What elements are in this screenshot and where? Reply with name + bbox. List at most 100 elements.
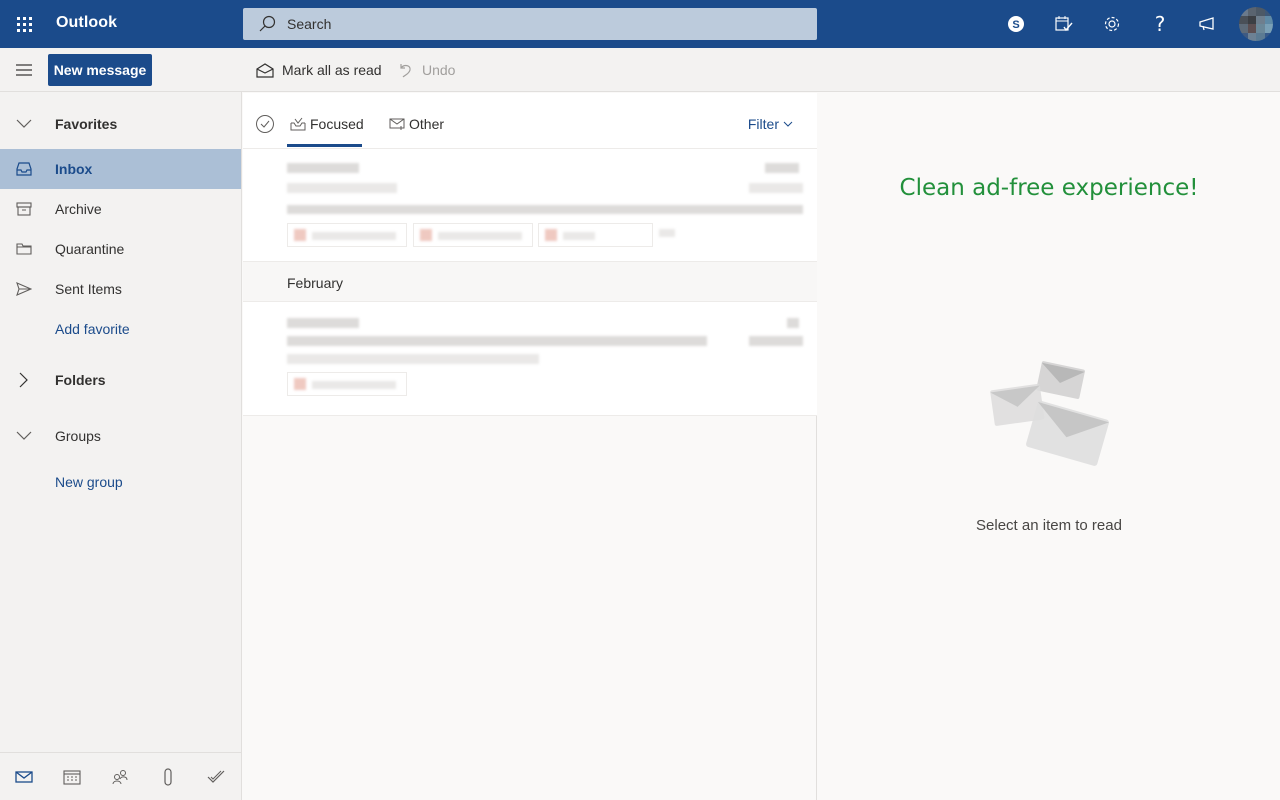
inbox-pivot: Focused Other Filter (243, 93, 817, 149)
focused-inbox-icon (290, 117, 306, 131)
my-day-button[interactable] (1040, 0, 1088, 48)
my-day-icon (1055, 16, 1073, 32)
settings-icon (1104, 16, 1120, 32)
people-module-button[interactable] (96, 753, 144, 800)
tab-other-label: Other (409, 116, 445, 132)
user-avatar (1239, 7, 1273, 41)
file-icon (294, 229, 306, 241)
filter-button[interactable]: Filter (748, 116, 793, 132)
envelope-open-icon (256, 63, 274, 78)
top-bar: Outlook Search S ? (0, 0, 1280, 48)
attachment-chip[interactable] (413, 223, 533, 247)
folder-icon (16, 243, 32, 255)
search-input[interactable]: Search (287, 16, 331, 32)
new-group-label: New group (55, 474, 123, 490)
new-group-link[interactable]: New group (0, 462, 241, 502)
chevron-down-icon (16, 431, 32, 440)
help-button[interactable]: ? (1136, 0, 1184, 48)
more-attachments-blurred (659, 229, 675, 237)
mark-all-read-label: Mark all as read (282, 62, 382, 78)
empty-envelopes-illustration (990, 361, 1110, 466)
envelope-icon (1026, 400, 1110, 466)
archive-label: Archive (55, 201, 102, 217)
add-favorite-link[interactable]: Add favorite (0, 309, 241, 349)
account-button[interactable] (1232, 0, 1280, 48)
sender-name-blurred (287, 163, 359, 173)
timestamp-blurred (787, 318, 799, 328)
date-blurred (749, 336, 803, 346)
feedback-button[interactable] (1184, 0, 1232, 48)
subject-blurred (287, 336, 707, 346)
search-box[interactable]: Search (243, 8, 817, 40)
undo-icon (400, 64, 411, 78)
skype-button[interactable]: S (992, 0, 1040, 48)
date-group-header: February (243, 262, 817, 302)
todo-icon (207, 770, 225, 783)
message-item[interactable] (243, 149, 817, 262)
inbox-icon (16, 162, 32, 176)
calendar-module-button[interactable] (48, 753, 96, 800)
send-icon (16, 282, 32, 296)
other-inbox-icon (389, 118, 405, 130)
chevron-right-icon (19, 372, 28, 388)
quarantine-label: Quarantine (55, 241, 125, 257)
groups-label: Groups (55, 428, 101, 444)
select-all-checkbox[interactable] (255, 114, 275, 134)
sidebar-item-sent-items[interactable]: Sent Items (0, 269, 241, 309)
date-group-label: February (287, 275, 344, 291)
groups-header[interactable]: Groups (0, 416, 241, 456)
settings-button[interactable] (1088, 0, 1136, 48)
mail-icon (15, 770, 33, 783)
filter-label: Filter (747, 116, 779, 132)
calendar-icon (63, 769, 81, 785)
file-icon (294, 378, 306, 390)
help-icon: ? (1154, 12, 1166, 36)
undo-button[interactable]: Undo (398, 54, 455, 86)
navigation-pane: Favorites Inbox Archive Quarantine Sent … (0, 92, 242, 800)
folders-header[interactable]: Folders (0, 360, 241, 400)
timestamp-blurred (765, 163, 799, 173)
app-launcher-button[interactable] (0, 0, 48, 48)
mark-all-read-button[interactable]: Mark all as read (256, 54, 382, 86)
sidebar-item-inbox[interactable]: Inbox (0, 149, 241, 189)
sidebar-item-quarantine[interactable]: Quarantine (0, 229, 241, 269)
chevron-down-icon (16, 119, 32, 128)
undo-label: Undo (422, 62, 456, 78)
empty-state-text: Select an item to read (976, 517, 1122, 534)
chevron-down-icon (783, 121, 793, 127)
message-list: Focused Other Filter February (243, 93, 817, 800)
waffle-icon (16, 16, 32, 32)
active-tab-indicator (287, 144, 362, 147)
app-title[interactable]: Outlook (56, 14, 117, 32)
feedback-icon (1199, 17, 1214, 31)
date-blurred (749, 183, 803, 193)
attachment-chip[interactable] (538, 223, 653, 247)
favorites-label: Favorites (55, 116, 118, 132)
file-icon (420, 229, 432, 241)
search-icon (259, 15, 276, 32)
todo-module-button[interactable] (192, 753, 240, 800)
tab-focused-label: Focused (310, 116, 364, 132)
inbox-label: Inbox (55, 161, 93, 177)
reading-pane: Clean ad-free experience! Select an item… (818, 93, 1280, 800)
attachment-chip[interactable] (287, 372, 407, 396)
message-item[interactable] (243, 302, 817, 416)
mail-module-button[interactable] (0, 753, 48, 800)
sender-name-blurred (287, 318, 359, 328)
files-module-button[interactable] (144, 753, 192, 800)
new-message-button[interactable]: New message (48, 54, 152, 86)
svg-text:S: S (1012, 19, 1019, 31)
preview-blurred (287, 354, 539, 364)
nav-toggle-button[interactable] (8, 54, 40, 86)
sent-items-label: Sent Items (55, 281, 122, 297)
module-switcher (0, 752, 241, 800)
promo-banner: Clean ad-free experience! (899, 175, 1199, 201)
attachment-icon (164, 767, 172, 786)
favorites-header[interactable]: Favorites (0, 104, 241, 144)
subject-blurred (287, 183, 397, 193)
tab-focused[interactable]: Focused (290, 113, 364, 135)
folders-label: Folders (55, 372, 106, 388)
attachment-chip[interactable] (287, 223, 407, 247)
sidebar-item-archive[interactable]: Archive (0, 189, 241, 229)
tab-other[interactable]: Other (389, 113, 444, 135)
